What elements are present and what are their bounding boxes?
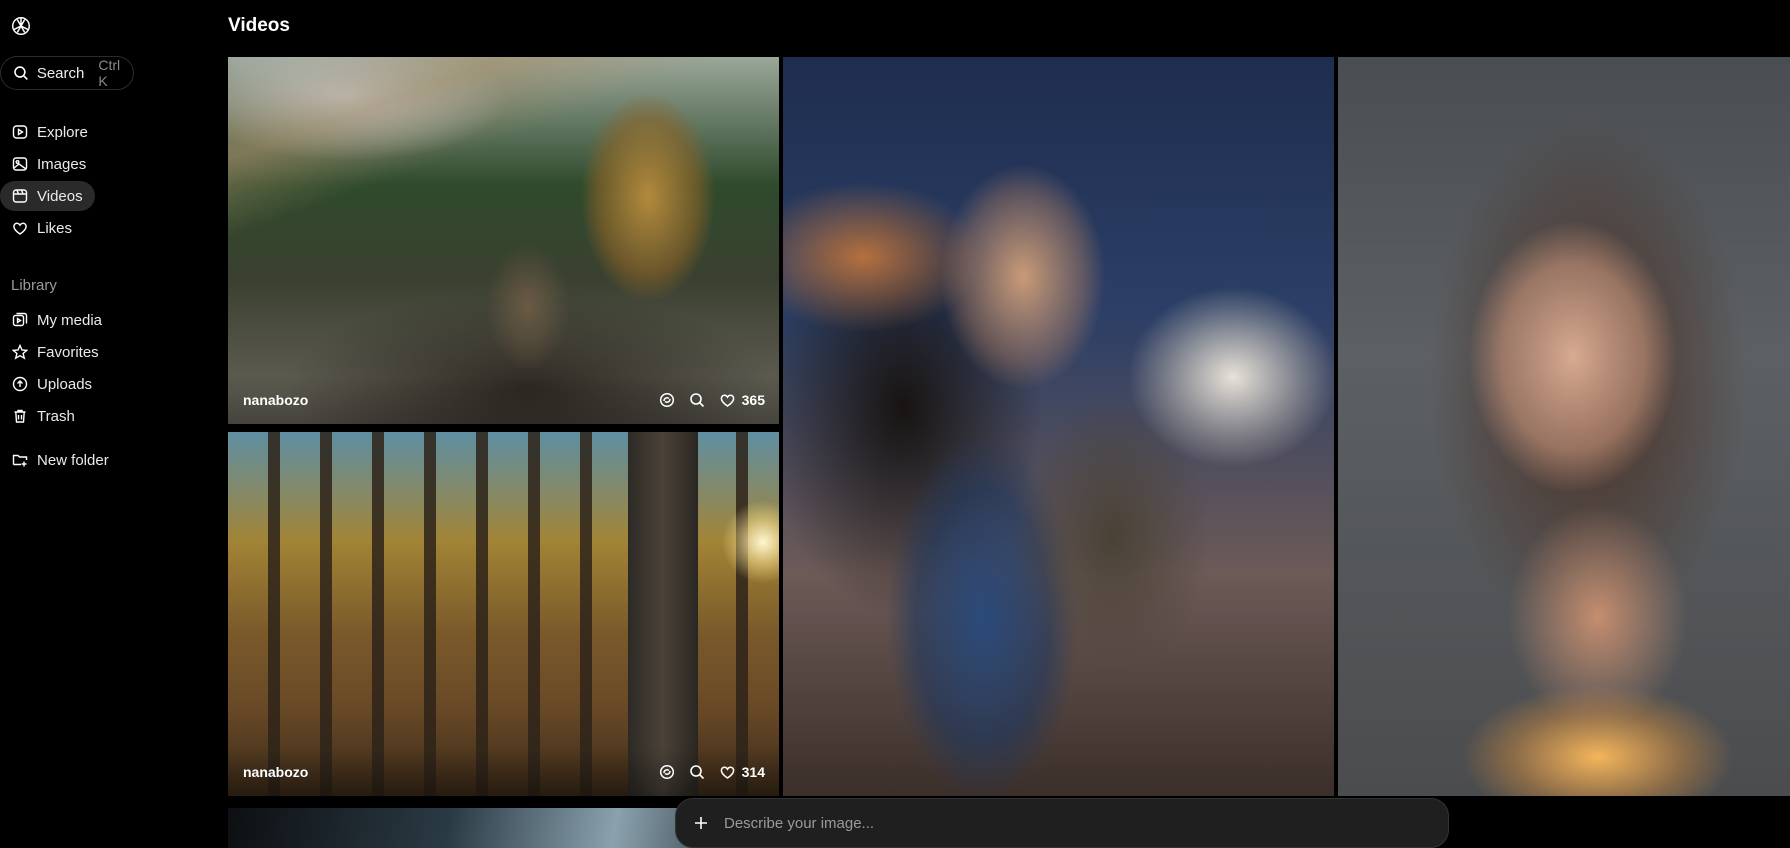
nav-trash-label: Trash bbox=[37, 407, 75, 425]
upload-icon bbox=[12, 376, 28, 392]
like-count: 365 bbox=[741, 392, 765, 408]
video-tile-forest[interactable]: nanabozo 314 bbox=[228, 432, 779, 796]
nav-my-media-label: My media bbox=[37, 311, 103, 329]
nav-my-media[interactable]: My media bbox=[0, 305, 102, 335]
video-tile-warriors[interactable]: nanabozo 365 bbox=[228, 57, 779, 424]
new-folder-icon bbox=[12, 454, 28, 467]
library-heading: Library bbox=[11, 277, 57, 294]
nav-explore[interactable]: Explore bbox=[0, 117, 88, 147]
video-tile-couple[interactable] bbox=[783, 57, 1334, 796]
trash-icon bbox=[14, 409, 26, 423]
nav-images[interactable]: Images bbox=[0, 149, 86, 179]
search-button[interactable]: Search Ctrl K bbox=[0, 56, 134, 90]
heart-icon bbox=[720, 394, 735, 407]
like-button[interactable]: 314 bbox=[719, 764, 765, 780]
nav-favorites[interactable]: Favorites bbox=[0, 337, 99, 367]
nav-favorites-label: Favorites bbox=[37, 343, 99, 361]
prompt-input[interactable] bbox=[722, 813, 1326, 833]
video-tile-portrait[interactable] bbox=[1338, 57, 1790, 796]
explore-icon bbox=[12, 125, 28, 139]
search-icon[interactable] bbox=[689, 392, 705, 408]
videos-icon bbox=[12, 189, 28, 203]
new-folder-label: New folder bbox=[37, 451, 109, 469]
nav-likes[interactable]: Likes bbox=[0, 213, 72, 243]
star-icon bbox=[12, 344, 28, 360]
new-folder-button[interactable]: New folder bbox=[0, 445, 109, 475]
remix-icon[interactable] bbox=[659, 392, 675, 408]
nav-explore-label: Explore bbox=[37, 123, 88, 141]
openai-logo-icon[interactable] bbox=[10, 15, 32, 37]
search-icon[interactable] bbox=[689, 764, 705, 780]
nav-likes-label: Likes bbox=[37, 219, 73, 237]
remix-icon[interactable] bbox=[659, 764, 675, 780]
heart-icon bbox=[720, 766, 735, 779]
sidebar: Search Ctrl K Explore Images Videos Like… bbox=[0, 0, 205, 842]
tile-actions: 365 bbox=[659, 392, 765, 408]
nav-uploads-label: Uploads bbox=[37, 375, 93, 393]
nav-videos-label: Videos bbox=[37, 187, 83, 205]
tile-author[interactable]: nanabozo bbox=[243, 392, 308, 408]
tile-overlay: nanabozo 365 bbox=[228, 376, 779, 424]
tile-actions: 314 bbox=[659, 764, 765, 780]
add-icon[interactable] bbox=[694, 816, 708, 830]
search-icon bbox=[14, 66, 28, 80]
search-label: Search bbox=[36, 64, 85, 82]
page-title: Videos bbox=[228, 15, 290, 36]
tile-overlay: nanabozo 314 bbox=[228, 748, 779, 796]
nav-trash[interactable]: Trash bbox=[0, 401, 75, 431]
heart-icon bbox=[13, 222, 27, 235]
like-count: 314 bbox=[741, 764, 765, 780]
tree-trunk bbox=[628, 432, 698, 796]
my-media-icon bbox=[12, 312, 28, 327]
tile-author[interactable]: nanabozo bbox=[243, 764, 308, 780]
like-button[interactable]: 365 bbox=[719, 392, 765, 408]
video-thumbnail[interactable] bbox=[228, 57, 779, 424]
prompt-bar bbox=[675, 798, 1449, 848]
video-thumbnail[interactable] bbox=[1338, 57, 1790, 796]
nav-uploads[interactable]: Uploads bbox=[0, 369, 92, 399]
nav-images-label: Images bbox=[37, 155, 87, 173]
nav-videos[interactable]: Videos bbox=[0, 181, 95, 211]
search-shortcut: Ctrl K bbox=[98, 57, 121, 89]
images-icon bbox=[12, 157, 28, 171]
video-thumbnail[interactable] bbox=[783, 57, 1334, 796]
